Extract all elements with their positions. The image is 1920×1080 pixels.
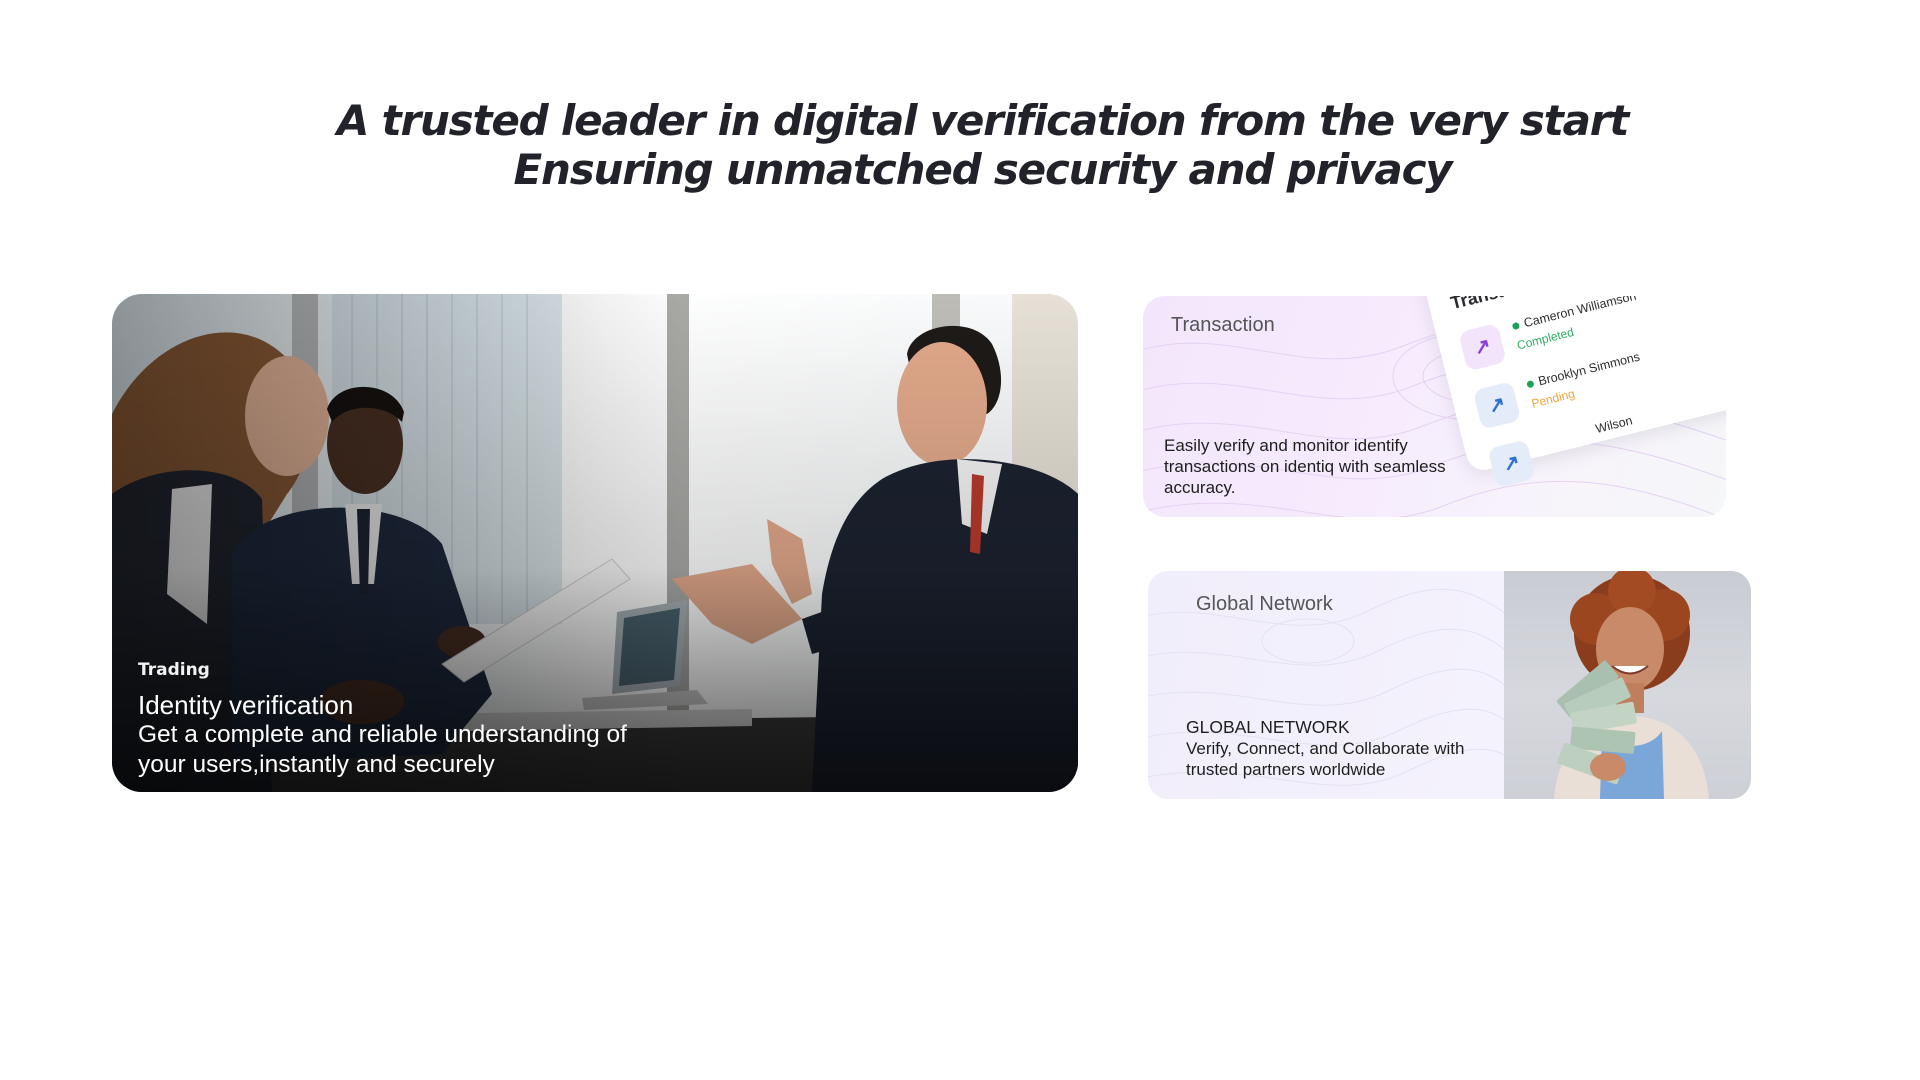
transaction-card[interactable]: Transaction Easily verify and monitor id… [1143,296,1726,517]
hero-description: Get a complete and reliable understandin… [138,721,627,778]
hero-text-block: Trading Identity verification Get a comp… [138,660,678,780]
headline-line-1: A trusted leader in digital verification… [336,96,1629,145]
global-network-card-label: Global Network [1196,593,1333,615]
headline-line-2: Ensuring unmatched security and privacy [513,145,1453,194]
global-network-heading: GLOBAL NETWORK [1186,717,1350,737]
transaction-card-description: Easily verify and monitor identify trans… [1164,436,1446,497]
identity-verification-card[interactable]: Trading Identity verification Get a comp… [112,294,1078,792]
hero-tag: Trading [138,660,210,680]
woman-with-cash-photo [1504,571,1751,799]
global-network-card[interactable]: Global Network GLOBAL NETWORK Verify, Co… [1148,571,1751,799]
page-headline: A trusted leader in digital verification… [0,96,1920,194]
global-network-description: Verify, Connect, and Collaborate with tr… [1186,739,1465,779]
transaction-card-label: Transaction [1171,314,1275,336]
page: A trusted leader in digital verification… [0,0,1920,1080]
woman-with-cash-illustration [1554,571,1709,799]
hero-title: Identity verification [138,690,354,720]
